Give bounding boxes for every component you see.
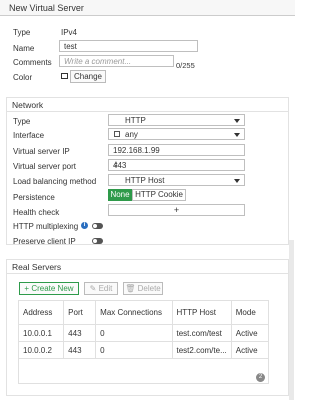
table-cell: Active [230, 341, 270, 359]
interface-label: Interface [13, 131, 45, 140]
real-servers-header: Real Servers [7, 260, 288, 274]
create-new-button[interactable]: + Create New [19, 282, 79, 295]
table-cell: 0 [95, 324, 173, 342]
table-cell: Active [230, 324, 270, 342]
table-cell: 10.0.0.2 [17, 341, 65, 359]
pencil-icon: ✎ [89, 284, 99, 293]
window-title-bar: New Virtual Server [0, 0, 295, 16]
persistence-option-none[interactable]: None [108, 189, 132, 201]
table-row[interactable]: 10.0.0.2 443 0 test2.com/te... Active [17, 341, 270, 359]
delete-button[interactable]: 🗑 Delete [123, 282, 163, 295]
type-label: Type [13, 28, 31, 37]
column-header[interactable]: HTTP Host [171, 300, 232, 325]
edit-button[interactable]: ✎ Edit [84, 282, 118, 295]
name-label: Name [13, 44, 35, 53]
type-value: IPv4 [61, 28, 78, 37]
table-row[interactable]: 10.0.0.1 443 0 test.com/test Active [17, 324, 270, 342]
health-check-label: Health check [13, 208, 60, 217]
name-input-value: test [64, 42, 77, 51]
vip-value: 192.168.1.99 [113, 146, 160, 155]
persistence-option-http-cookie[interactable]: HTTP Cookie [132, 189, 186, 201]
vip-label: Virtual server IP [13, 147, 70, 156]
table-cell: 0 [95, 341, 173, 359]
real-servers-table: Address Port Max Connections HTTP Host M… [17, 300, 270, 359]
change-color-button[interactable]: Change [70, 70, 106, 83]
window-title: New Virtual Server [9, 3, 84, 13]
table-cell: 10.0.0.1 [17, 324, 65, 342]
comments-placeholder: Write a comment... [64, 57, 132, 66]
color-swatch-icon [61, 73, 68, 79]
comments-label: Comments [13, 58, 52, 67]
network-type-label: Type [13, 117, 31, 126]
table-cell: 443 [63, 341, 97, 359]
chevron-down-icon [234, 119, 240, 123]
edit-label: Edit [98, 284, 113, 293]
color-label: Color [13, 73, 33, 82]
table-cell: 443 [63, 324, 97, 342]
column-header[interactable]: Mode [230, 300, 270, 325]
port-input[interactable]: 443 ▲ ▼ [108, 159, 245, 171]
network-header: Network [7, 98, 288, 112]
port-stepper-icon[interactable]: ▲ ▼ [113, 161, 119, 170]
column-header[interactable]: Max Connections [95, 300, 173, 325]
interface-select[interactable]: any [108, 128, 245, 140]
lb-method-label: Load balancing method [13, 177, 97, 186]
multiplexing-label: HTTP multiplexing [13, 222, 79, 231]
persistence-label: Persistence [13, 193, 55, 202]
preserve-ip-label: Preserve client IP [13, 237, 76, 246]
chevron-down-icon [234, 133, 240, 137]
lb-method-select[interactable]: HTTP Host [108, 174, 245, 186]
table-cell: test2.com/te... [171, 341, 232, 359]
plus-icon: + [173, 205, 180, 215]
comments-counter: 0/255 [176, 61, 195, 70]
port-label: Virtual server port [13, 162, 76, 171]
row-count-badge: 2 [256, 373, 265, 382]
interface-checkbox-icon [114, 131, 120, 137]
health-check-add-button[interactable]: + [108, 204, 245, 216]
network-heading: Network [12, 100, 44, 110]
multiplexing-toggle[interactable] [92, 223, 103, 229]
table-cell: test.com/test [171, 324, 232, 342]
vip-input[interactable]: 192.168.1.99 [108, 144, 245, 156]
lb-method-value: HTTP Host [125, 176, 165, 185]
comments-textarea[interactable]: Write a comment... [59, 55, 174, 67]
info-icon[interactable]: i [81, 222, 88, 229]
network-type-value: HTTP [125, 116, 146, 125]
network-type-select[interactable]: HTTP [108, 114, 245, 126]
trash-icon: 🗑 [125, 284, 138, 293]
interface-value: any [125, 130, 138, 139]
preserve-ip-toggle[interactable] [92, 238, 103, 244]
delete-label: Delete [137, 284, 161, 293]
chevron-down-icon [234, 179, 240, 183]
column-header[interactable]: Address [17, 300, 65, 325]
column-header[interactable]: Port [63, 300, 97, 325]
real-servers-heading: Real Servers [12, 262, 62, 272]
name-input[interactable]: test [59, 40, 198, 52]
scrollbar[interactable] [289, 240, 294, 400]
table-header-row: Address Port Max Connections HTTP Host M… [17, 300, 270, 325]
